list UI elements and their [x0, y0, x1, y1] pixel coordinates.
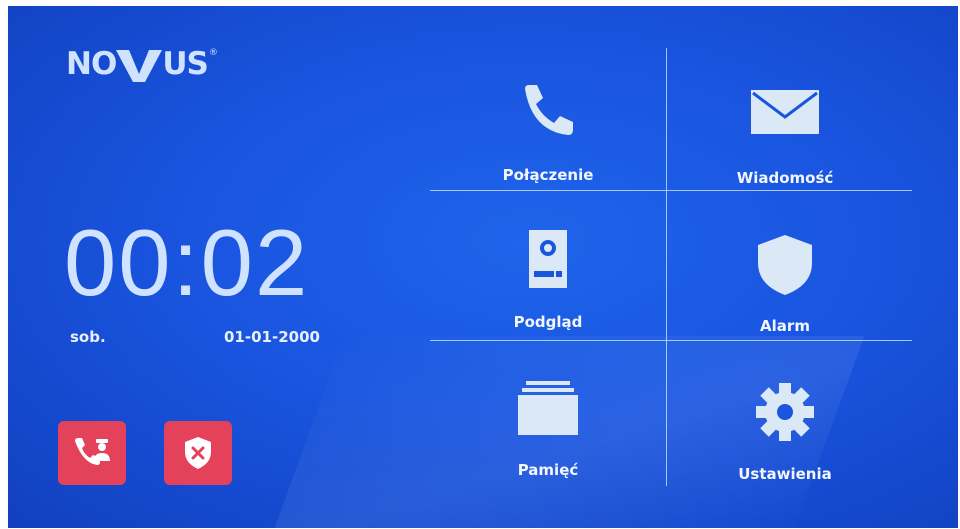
- envelope-icon: [667, 89, 903, 135]
- device-frame: NO US ® 00:02 sob. 01-01-2000 Połączenie…: [0, 0, 960, 529]
- menu-label-settings: Ustawienia: [738, 465, 832, 483]
- menu-tile-settings[interactable]: Ustawienia: [667, 341, 903, 486]
- menu-label-call: Połączenie: [502, 166, 594, 184]
- shield-icon: [667, 233, 903, 297]
- brand-logo-registered: ®: [208, 48, 218, 58]
- clock-time: 00:02: [64, 210, 310, 315]
- brand-logo: NO US ®: [66, 44, 218, 84]
- shield-x-icon: [185, 437, 211, 469]
- brand-logo-part2: US: [162, 46, 208, 82]
- menu-label-memory: Pamięć: [517, 461, 579, 479]
- menu-tile-messages[interactable]: Wiadomość: [667, 48, 903, 190]
- home-screen: NO US ® 00:02 sob. 01-01-2000 Połączenie…: [8, 6, 958, 528]
- menu-tile-memory[interactable]: Pamięć: [430, 341, 666, 486]
- brand-logo-part1: NO: [66, 46, 117, 82]
- call-security-button[interactable]: [58, 421, 126, 485]
- brand-logo-v-mark: [116, 50, 163, 82]
- menu-tile-call[interactable]: Połączenie: [430, 48, 666, 190]
- menu-label-messages: Wiadomość: [736, 169, 834, 187]
- menu-label-alarm: Alarm: [760, 317, 810, 335]
- main-menu-grid: Połączenie Wiadomość Podgląd Alarm Pamię…: [430, 48, 912, 486]
- menu-tile-alarm[interactable]: Alarm: [667, 191, 903, 340]
- gear-icon: [667, 381, 903, 443]
- clock-day: sob.: [70, 328, 106, 346]
- menu-tile-preview[interactable]: Podgląd: [430, 191, 666, 340]
- menu-label-preview: Podgląd: [513, 313, 583, 331]
- storage-icon: [430, 381, 666, 435]
- alarm-cancel-button[interactable]: [164, 421, 232, 485]
- clock-date: 01-01-2000: [224, 328, 320, 346]
- phone-guard-icon: [75, 438, 110, 465]
- door-station-icon: [430, 229, 666, 289]
- phone-icon: [430, 83, 666, 135]
